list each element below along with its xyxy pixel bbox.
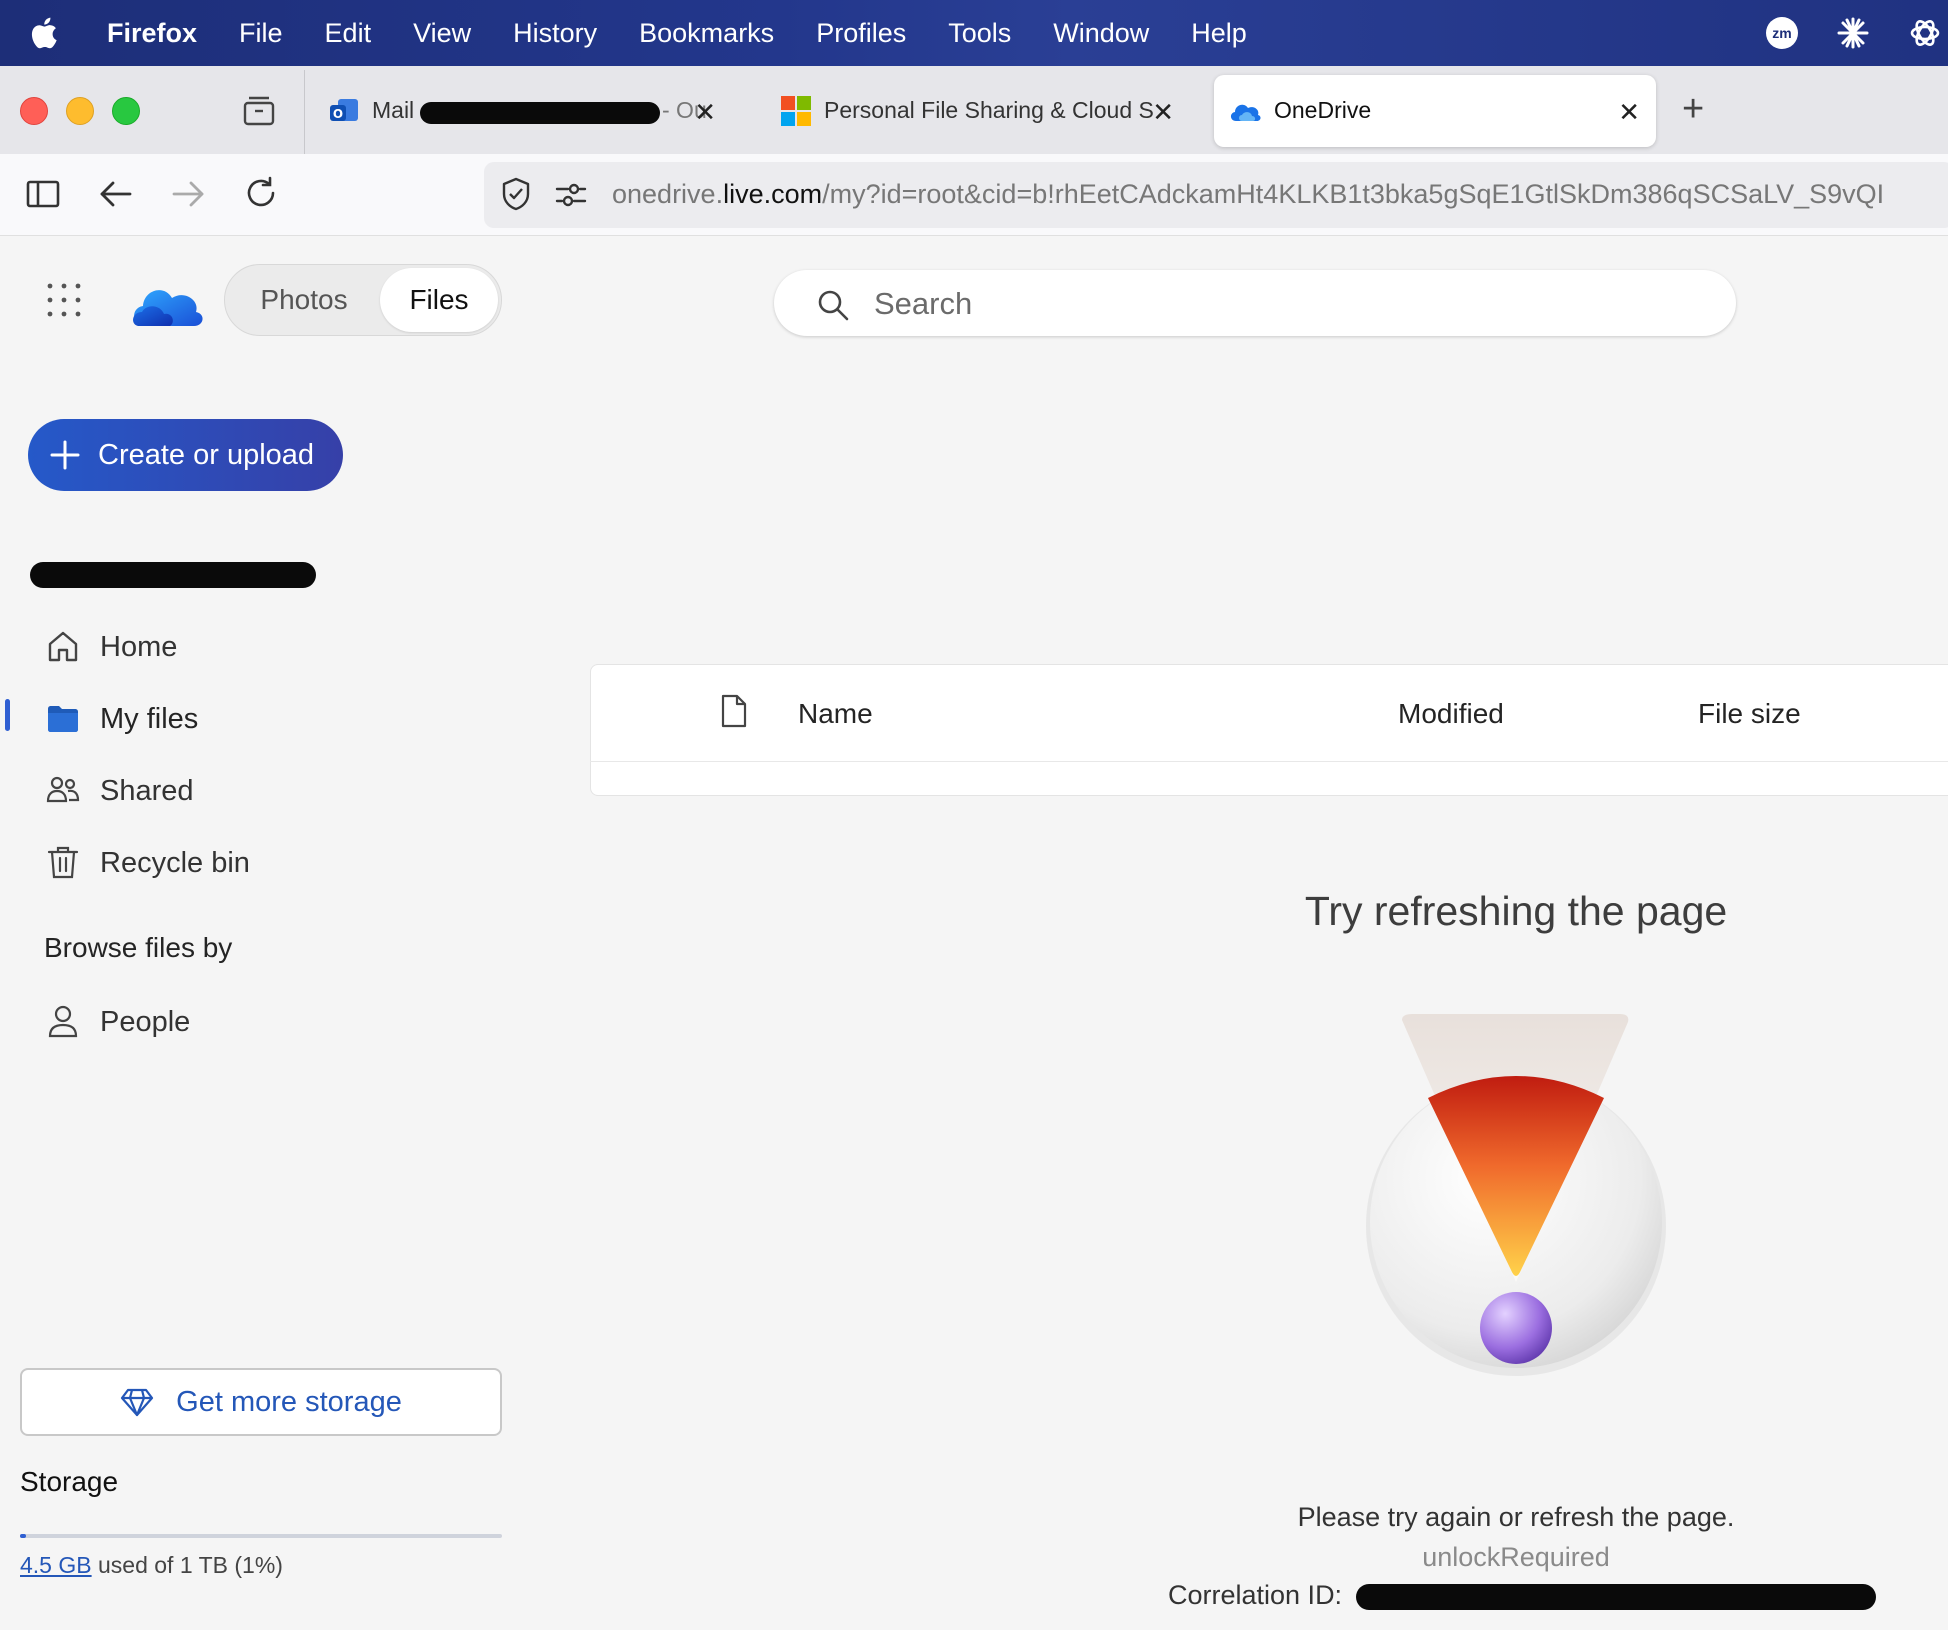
sidebar-item-people-label: People [100,1006,191,1038]
zoom-icon[interactable]: zm [1766,17,1798,49]
people-icon [46,776,80,803]
redacted-account-name [30,562,316,588]
toggle-photos-label: Photos [260,284,348,315]
menubar: Firefox File Edit View History Bookmarks… [0,0,1948,66]
sidebar-item-recycle-bin-label: Recycle bin [100,847,250,879]
menu-window[interactable]: Window [1032,18,1170,49]
url-host: live.com [723,179,823,209]
error-code: unlockRequired [1422,1542,1610,1572]
storage-used-link[interactable]: 4.5 GB [20,1552,92,1578]
tab-personal-file-sharing-title: Personal File Sharing & Cloud St [824,97,1154,123]
sidebar-item-recycle-bin[interactable]: Recycle bin [0,831,520,891]
column-header-file-size[interactable]: File size [1698,698,1801,730]
url-path: /my?id=root&cid=b!rhEetCAdckamHt4KLKB1t3… [822,179,1885,209]
home-icon [48,631,78,662]
menu-bookmarks[interactable]: Bookmarks [618,18,795,49]
storage-heading: Storage [20,1466,119,1497]
search-input[interactable]: Search [874,286,972,322]
toggle-files-label: Files [409,284,469,315]
column-header-name[interactable]: Name [798,698,873,730]
url-prefix: onedrive. [612,179,724,209]
browse-files-heading: Browse files by [44,932,233,963]
tab-onedrive-title: OneDrive [1274,97,1372,123]
shield-icon[interactable] [500,176,532,212]
onedrive-icon [1230,104,1261,121]
back-arrow-icon[interactable] [98,178,134,210]
new-tab-button[interactable]: + [1682,88,1704,131]
onedrive-logo-icon[interactable] [130,276,206,330]
apple-icon[interactable] [0,16,86,50]
tab-separator [304,70,305,154]
forward-arrow-icon[interactable] [170,178,206,210]
chatgpt-icon[interactable] [1908,16,1942,50]
zoom-icon-label: zm [1772,25,1792,41]
storage-progress-bar [20,1534,502,1538]
app-launcher-icon[interactable] [46,282,82,318]
search-icon [818,290,849,321]
diamond-icon [121,1388,154,1417]
menu-help[interactable]: Help [1170,18,1268,49]
file-table [590,664,1948,796]
error-title: Try refreshing the page [1304,888,1728,934]
trash-icon [47,846,79,879]
window-minimize-button[interactable] [66,97,94,125]
menu-view[interactable]: View [392,18,492,49]
plus-icon [50,440,80,470]
sidebar-item-shared[interactable]: Shared [0,759,520,819]
tab-overview-icon[interactable] [242,94,276,128]
redacted-tab-text [420,102,660,124]
person-icon [48,1005,78,1038]
sidebar-item-people[interactable]: People [0,990,520,1050]
menu-edit[interactable]: Edit [304,18,393,49]
tab-onedrive-close-icon[interactable]: ✕ [1618,97,1640,128]
column-header-modified[interactable]: Modified [1398,698,1504,730]
create-or-upload-label: Create or upload [98,439,315,471]
svg-text:O: O [333,107,343,121]
error-message: Please try again or refresh the page. [1297,1502,1735,1532]
sidebar-item-home[interactable]: Home [0,615,520,675]
toggle-photos[interactable]: Photos [234,268,374,332]
microsoft-icon [781,96,811,126]
sidebar-item-my-files-label: My files [100,703,199,735]
storage-usage-text: 4.5 GB used of 1 TB (1%) [20,1552,283,1579]
menu-tools[interactable]: Tools [927,18,1032,49]
site-settings-icon[interactable] [554,180,588,210]
get-more-storage-label: Get more storage [176,1385,402,1418]
error-illustration [1366,1014,1666,1376]
tab-personal-file-sharing-close-icon[interactable]: ✕ [1152,97,1174,128]
window-close-button[interactable] [20,97,48,125]
table-header-divider [590,761,1948,762]
folder-icon [48,706,78,732]
reload-icon[interactable] [244,176,278,210]
menu-file[interactable]: File [218,18,304,49]
get-more-storage-button[interactable]: Get more storage [20,1368,502,1436]
tab-onedrive[interactable]: OneDrive ✕ [1214,75,1656,147]
tab-mail-close-icon[interactable]: ✕ [694,97,716,128]
menu-history[interactable]: History [492,18,618,49]
window-zoom-button[interactable] [112,97,140,125]
file-type-icon[interactable] [720,694,748,728]
url-text[interactable]: onedrive.live.com/my?id=root&cid=b!rhEet… [612,179,1948,210]
storage-total-text: used of 1 TB (1%) [98,1552,283,1578]
sidebar-toggle-icon[interactable] [26,178,60,210]
storage-progress-fill [20,1534,26,1538]
menu-app-name[interactable]: Firefox [86,18,218,49]
claude-icon[interactable] [1836,16,1870,50]
menu-profiles[interactable]: Profiles [795,18,927,49]
outlook-icon: O [330,99,358,121]
correlation-id-label: Correlation ID: [1168,1580,1343,1610]
sidebar-item-home-label: Home [100,631,178,663]
create-or-upload-button[interactable]: Create or upload [28,419,343,491]
tab-personal-file-sharing[interactable]: Personal File Sharing & Cloud St ✕ [770,75,1190,147]
toggle-files[interactable]: Files [380,268,498,332]
sidebar-item-shared-label: Shared [100,775,194,807]
redacted-correlation-id [1356,1584,1876,1610]
sidebar-item-my-files[interactable]: My files [0,687,520,747]
